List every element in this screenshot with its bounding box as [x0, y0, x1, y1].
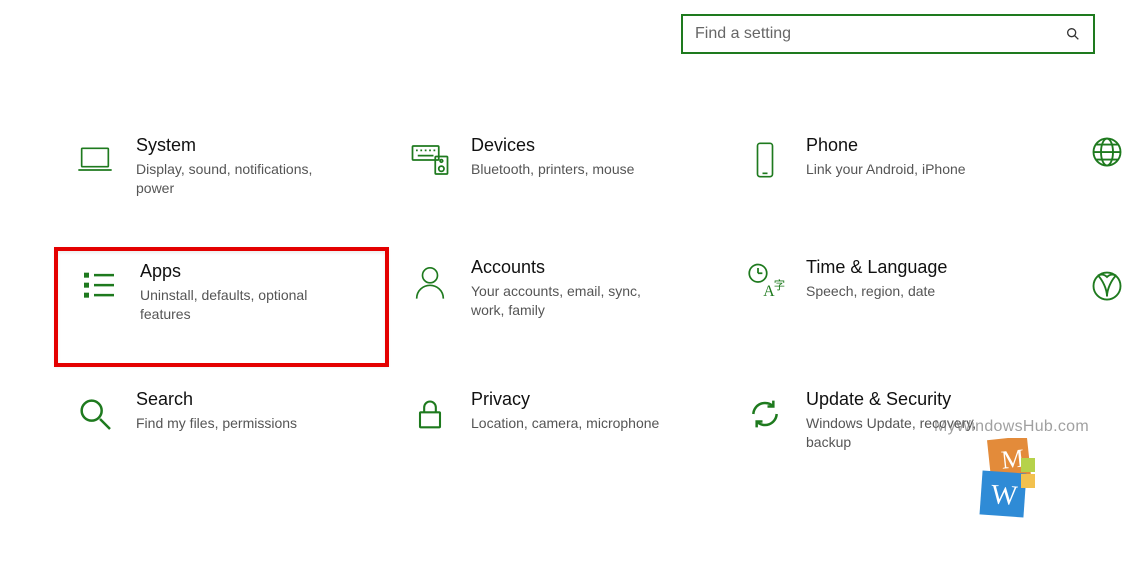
tile-devices[interactable]: Devices Bluetooth, printers, mouse [389, 125, 724, 235]
side-icons [1089, 134, 1125, 304]
xbox-icon [1089, 268, 1125, 304]
tile-privacy[interactable]: Privacy Location, camera, microphone [389, 379, 724, 489]
tile-desc: Link your Android, iPhone [806, 160, 1006, 179]
tile-title: Apps [140, 261, 367, 282]
tile-desc: Bluetooth, printers, mouse [471, 160, 671, 179]
globe-icon [1089, 134, 1125, 170]
svg-text:W: W [990, 479, 1019, 512]
tile-desc: Find my files, permissions [136, 414, 336, 433]
laptop-icon [72, 137, 118, 183]
watermark-text: MyWindowsHub.com [934, 418, 1089, 436]
tile-time-language[interactable]: A 字 Time & Language Speech, region, date [724, 247, 1059, 367]
tile-desc: Display, sound, notifications, power [136, 160, 336, 198]
tile-title: Devices [471, 135, 706, 156]
tile-apps[interactable]: Apps Uninstall, defaults, optional featu… [54, 247, 389, 367]
svg-text:字: 字 [774, 278, 785, 292]
lock-icon [407, 391, 453, 437]
tile-desc: Uninstall, defaults, optional features [140, 286, 340, 324]
tile-title: Privacy [471, 389, 706, 410]
person-icon [407, 259, 453, 305]
tile-title: System [136, 135, 371, 156]
search-box[interactable] [681, 14, 1095, 54]
apps-list-icon [76, 263, 122, 309]
sync-icon [742, 391, 788, 437]
phone-icon [742, 137, 788, 183]
tile-search[interactable]: Search Find my files, permissions [54, 379, 389, 489]
tile-title: Accounts [471, 257, 706, 278]
tile-accounts[interactable]: Accounts Your accounts, email, sync, wor… [389, 247, 724, 367]
tile-phone[interactable]: Phone Link your Android, iPhone [724, 125, 1059, 235]
search-icon [1065, 26, 1081, 42]
watermark-logo: M W [977, 438, 1047, 518]
tile-title: Time & Language [806, 257, 1041, 278]
tile-title: Search [136, 389, 371, 410]
tile-system[interactable]: System Display, sound, notifications, po… [54, 125, 389, 235]
tile-desc: Your accounts, email, sync, work, family [471, 282, 671, 320]
tile-title: Update & Security [806, 389, 1041, 410]
search-input[interactable] [695, 25, 1065, 43]
time-language-icon: A 字 [742, 259, 788, 305]
tile-desc: Location, camera, microphone [471, 414, 671, 433]
keyboard-speaker-icon [407, 137, 453, 183]
tile-title: Phone [806, 135, 1041, 156]
magnifier-icon [72, 391, 118, 437]
tile-desc: Speech, region, date [806, 282, 1006, 301]
